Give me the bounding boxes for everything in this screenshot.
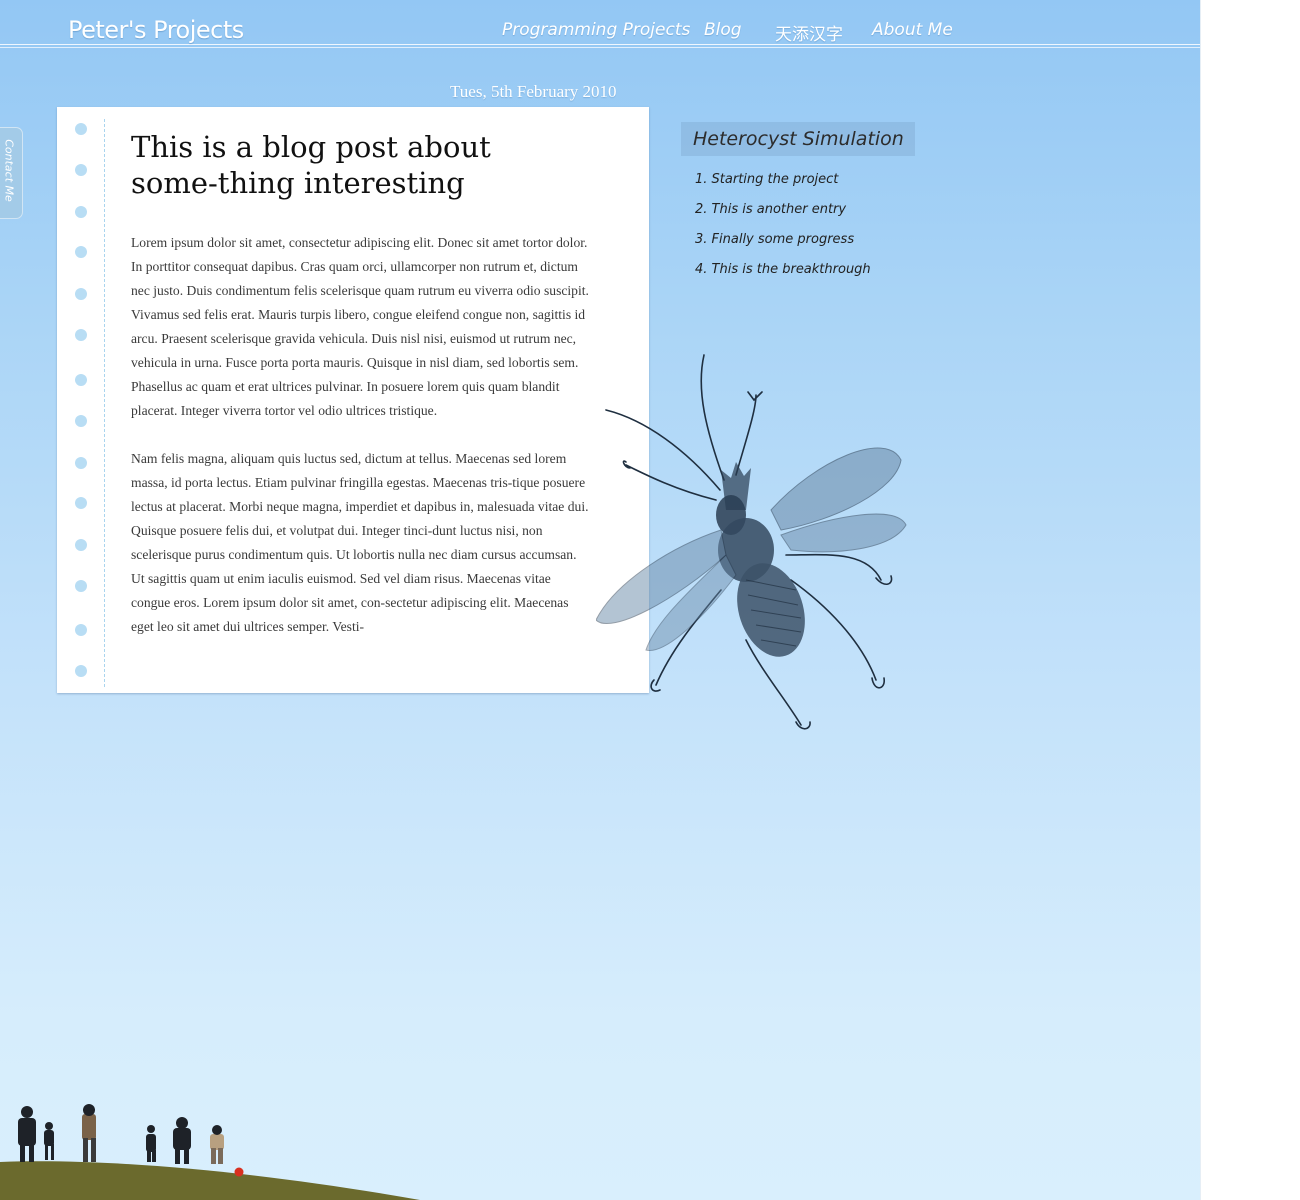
post-paragraph: Nam felis magna, aliquam quis luctus sed… bbox=[131, 451, 589, 634]
binder-hole bbox=[75, 457, 87, 469]
binder-hole bbox=[75, 123, 87, 135]
sky-background: Peter's Projects Programming Projects Bl… bbox=[0, 0, 1200, 1200]
binder-hole bbox=[75, 329, 87, 341]
nav-item-about-me[interactable]: About Me bbox=[872, 20, 953, 40]
nav-item-chinese[interactable]: 天添汉字 bbox=[775, 20, 843, 45]
sidebar-title: Heterocyst Simulation bbox=[681, 122, 915, 156]
contact-me-tab[interactable]: Contact Me bbox=[0, 127, 23, 219]
post-paragraph: Lorem ipsum dolor sit amet, consectetur … bbox=[131, 235, 589, 418]
binder-hole bbox=[75, 288, 87, 300]
page-right-edge bbox=[1200, 0, 1201, 1200]
sidebar-entry-link[interactable]: 4. This is the breakthrough bbox=[695, 260, 871, 290]
binder-hole bbox=[75, 665, 87, 677]
binder-hole bbox=[75, 624, 87, 636]
binder-hole bbox=[75, 497, 87, 509]
red-ball bbox=[234, 1167, 244, 1177]
sidebar-entry-link[interactable]: 3. Finally some progress bbox=[695, 230, 871, 260]
binder-hole bbox=[75, 374, 87, 386]
post-body: Lorem ipsum dolor sit amet, consectetur … bbox=[131, 231, 593, 663]
binder-hole bbox=[75, 580, 87, 592]
contact-me-label: Contact Me bbox=[2, 139, 16, 202]
sidebar-entry-link[interactable]: 2. This is another entry bbox=[695, 200, 871, 230]
header-rule-secondary bbox=[0, 47, 1200, 48]
binder-hole bbox=[75, 164, 87, 176]
sidebar-entry-link[interactable]: 1. Starting the project bbox=[695, 170, 871, 200]
binder-hole bbox=[75, 539, 87, 551]
nav-item-blog[interactable]: Blog bbox=[704, 20, 742, 40]
site-logo[interactable]: Peter's Projects bbox=[68, 16, 244, 44]
post-date: Tues, 5th February 2010 bbox=[450, 82, 617, 101]
post-title: This is a blog post about some-thing int… bbox=[131, 130, 491, 200]
header-rule bbox=[0, 44, 1200, 45]
nav-item-programming-projects[interactable]: Programming Projects bbox=[502, 20, 690, 40]
hill-with-people bbox=[0, 1104, 420, 1200]
binder-hole bbox=[75, 206, 87, 218]
sidebar-title-text: Heterocyst Simulation bbox=[693, 128, 904, 150]
binder-hole bbox=[75, 246, 87, 258]
binder-hole bbox=[75, 415, 87, 427]
insect-illustration bbox=[596, 354, 907, 730]
blog-post-paper: This is a blog post about some-thing int… bbox=[57, 107, 649, 693]
paper-margin-line bbox=[104, 119, 105, 687]
grassy-hill bbox=[0, 1161, 420, 1200]
sidebar-entry-list: 1. Starting the project 2. This is anoth… bbox=[695, 170, 871, 290]
